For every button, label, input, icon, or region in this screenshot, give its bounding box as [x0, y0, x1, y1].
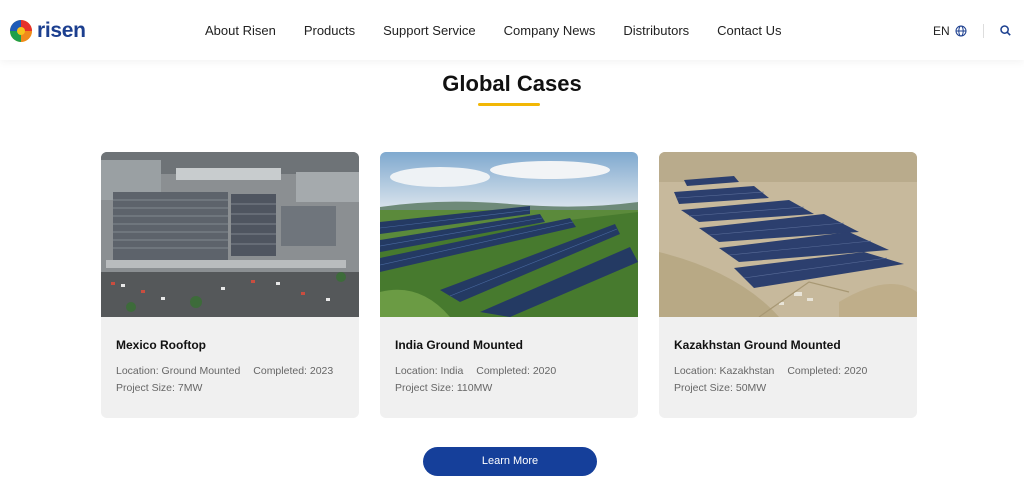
case-title: India Ground Mounted: [395, 338, 523, 352]
brand-logo[interactable]: risen: [9, 19, 86, 43]
case-card-mexico[interactable]: Mexico Rooftop Location: Ground Mounted …: [101, 152, 359, 418]
section-title: Global Cases: [442, 71, 582, 96]
search-icon[interactable]: [1000, 25, 1011, 36]
case-completed: Completed: 2020: [476, 365, 557, 377]
case-title: Kazakhstan Ground Mounted: [674, 338, 841, 352]
site-header: risen About Risen Products Support Servi…: [0, 0, 1024, 60]
title-underline: [478, 103, 540, 106]
nav-item-news[interactable]: Company News: [504, 23, 596, 39]
nav-item-contact[interactable]: Contact Us: [717, 23, 781, 39]
main-nav: About Risen Products Support Service Com…: [205, 23, 809, 39]
case-completed: Completed: 2023: [253, 365, 334, 377]
case-image-ground-mounted-hills: [380, 152, 638, 317]
case-size: Project Size: 110MW: [395, 382, 493, 394]
nav-item-about[interactable]: About Risen: [205, 23, 276, 39]
brand-name: risen: [37, 19, 86, 42]
globe-icon: [955, 25, 967, 37]
case-completed: Completed: 2020: [787, 365, 868, 377]
case-location: Location: Ground Mounted: [116, 365, 241, 377]
language-selector[interactable]: EN: [933, 24, 967, 38]
header-divider: [983, 24, 984, 38]
nav-item-products[interactable]: Products: [304, 23, 355, 39]
case-size: Project Size: 50MW: [674, 382, 767, 394]
nav-item-distributors[interactable]: Distributors: [623, 23, 689, 39]
case-location: Location: Kazakhstan: [674, 365, 775, 377]
case-meta: Location: India Completed: 2020: [395, 365, 556, 377]
case-location: Location: India: [395, 365, 464, 377]
case-meta: Location: Kazakhstan Completed: 2020: [674, 365, 867, 377]
risen-logo-icon: [10, 20, 32, 42]
case-card-india[interactable]: India Ground Mounted Location: India Com…: [380, 152, 638, 418]
case-image-rooftop: [101, 152, 359, 317]
case-card-kazakhstan[interactable]: Kazakhstan Ground Mounted Location: Kaza…: [659, 152, 917, 418]
nav-item-support[interactable]: Support Service: [383, 23, 476, 39]
case-title: Mexico Rooftop: [116, 338, 206, 352]
language-label: EN: [933, 24, 950, 38]
learn-more-button[interactable]: Learn More: [423, 447, 597, 476]
case-size: Project Size: 7MW: [116, 382, 203, 394]
case-meta: Location: Ground Mounted Completed: 2023: [116, 365, 333, 377]
case-image-desert-solar-farm: [659, 152, 917, 317]
